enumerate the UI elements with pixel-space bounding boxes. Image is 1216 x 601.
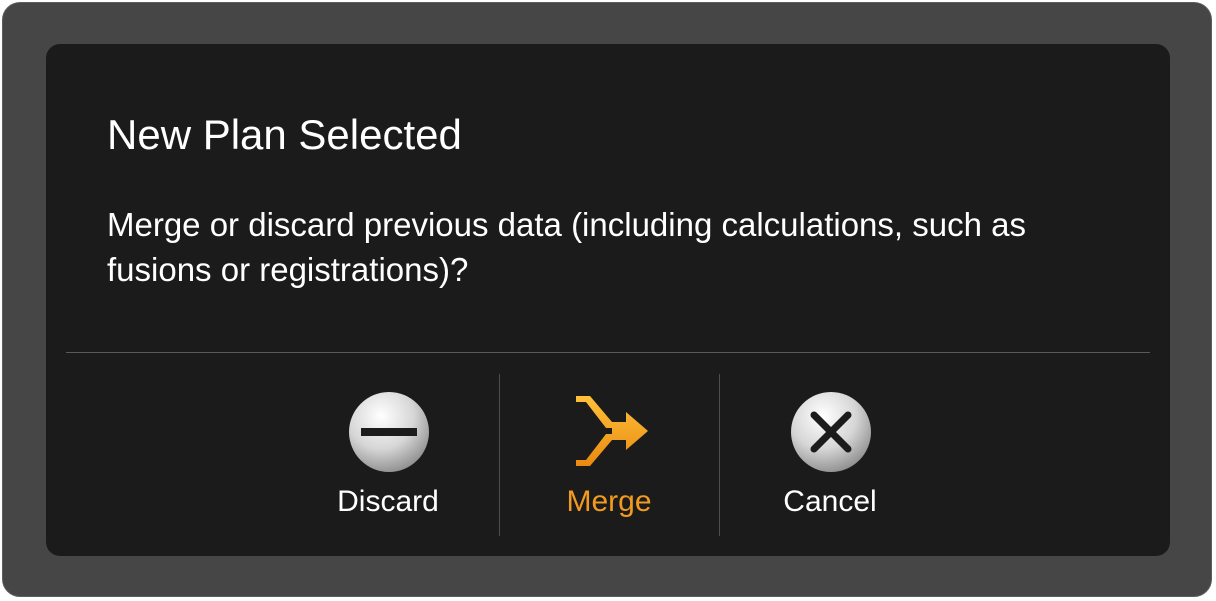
x-circle-icon xyxy=(789,390,873,474)
merge-label: Merge xyxy=(566,485,652,518)
dialog-message: Merge or discard previous data (includin… xyxy=(107,206,1026,288)
dialog-title: New Plan Selected xyxy=(107,111,462,158)
cancel-button[interactable]: Cancel xyxy=(720,376,940,538)
discard-button[interactable]: Discard xyxy=(278,376,498,538)
dialog-separator xyxy=(66,352,1150,353)
minus-circle-icon xyxy=(347,390,431,474)
merge-button[interactable]: Merge xyxy=(499,376,719,538)
cancel-label: Cancel xyxy=(783,485,877,518)
new-plan-dialog: New Plan Selected Merge or discard previ… xyxy=(46,44,1170,556)
merge-arrow-icon xyxy=(568,390,652,474)
discard-label: Discard xyxy=(337,485,439,518)
